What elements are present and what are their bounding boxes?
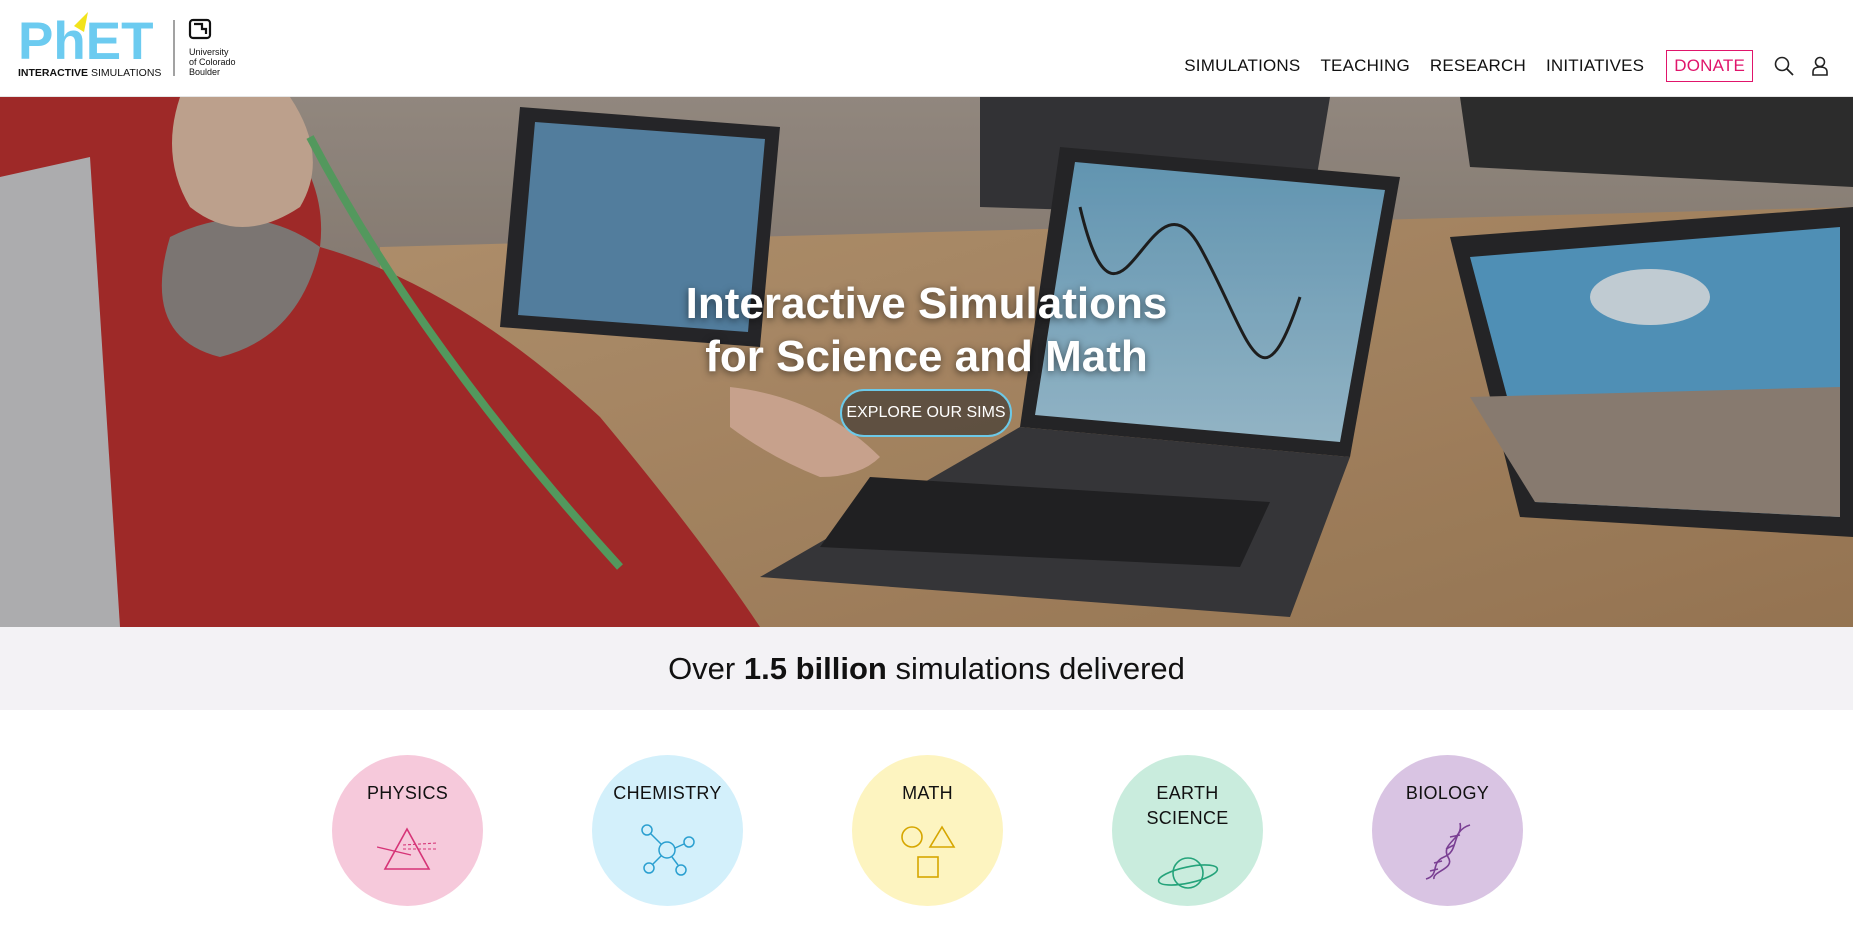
- hero-title-line-1: Interactive Simulations: [685, 279, 1168, 328]
- dna-icon: [1425, 822, 1471, 880]
- university-line-2: of Colorado: [189, 57, 236, 67]
- subject-chemistry[interactable]: CHEMISTRY: [592, 755, 743, 906]
- stats-banner: Over 1.5 billion simulations delivered: [0, 627, 1853, 710]
- planet-icon: [1157, 857, 1219, 889]
- nav-teaching[interactable]: TEACHING: [1320, 56, 1409, 76]
- nav-initiatives[interactable]: INITIATIVES: [1546, 56, 1644, 76]
- site-header: PhET INTERACTIVE SIMULATIONS University o…: [0, 0, 1853, 97]
- prism-icon: [377, 827, 437, 870]
- phet-logo-mark: PhET INTERACTIVE SIMULATIONS University o…: [18, 12, 236, 79]
- subject-label: EARTH SCIENCE: [1112, 781, 1263, 831]
- subject-label: PHYSICS: [366, 783, 449, 803]
- stats-prefix: Over: [668, 651, 744, 686]
- hero-title-line-2: for Science and Math: [705, 332, 1148, 381]
- university-line-1: University: [189, 47, 229, 57]
- stats-suffix: simulations delivered: [886, 651, 1185, 686]
- subject-biology[interactable]: BIOLOGY: [1372, 755, 1523, 906]
- hero-banner: Interactive Simulations for Science and …: [0, 97, 1853, 627]
- shapes-icon: [901, 825, 956, 878]
- hero-title: Interactive Simulations for Science and …: [0, 277, 1853, 383]
- nav-research[interactable]: RESEARCH: [1430, 56, 1526, 76]
- subject-earth-science[interactable]: EARTH SCIENCE: [1112, 755, 1263, 906]
- user-icon[interactable]: [1809, 55, 1831, 77]
- subject-label: CHEMISTRY: [613, 783, 722, 803]
- cu-buffalo-icon: [188, 18, 212, 40]
- main-nav: SIMULATIONS TEACHING RESEARCH INITIATIVE…: [1164, 50, 1831, 82]
- nav-simulations[interactable]: SIMULATIONS: [1184, 56, 1300, 76]
- subject-label: MATH: [902, 783, 953, 803]
- subject-physics[interactable]: PHYSICS: [332, 755, 483, 906]
- university-line-3: Boulder: [189, 67, 220, 77]
- subject-label-line-2: SCIENCE: [1146, 808, 1229, 828]
- donate-button[interactable]: DONATE: [1666, 50, 1753, 82]
- stats-highlight: 1.5 billion: [743, 651, 887, 686]
- subject-math[interactable]: MATH: [852, 755, 1003, 906]
- search-icon[interactable]: [1773, 55, 1795, 77]
- subject-label-line-1: EARTH: [1156, 783, 1219, 803]
- molecule-icon: [641, 824, 695, 876]
- phet-logo[interactable]: PhET INTERACTIVE SIMULATIONS University o…: [18, 12, 244, 80]
- subject-label: BIOLOGY: [1405, 783, 1490, 803]
- explore-sims-button[interactable]: EXPLORE OUR SIMS: [840, 389, 1012, 437]
